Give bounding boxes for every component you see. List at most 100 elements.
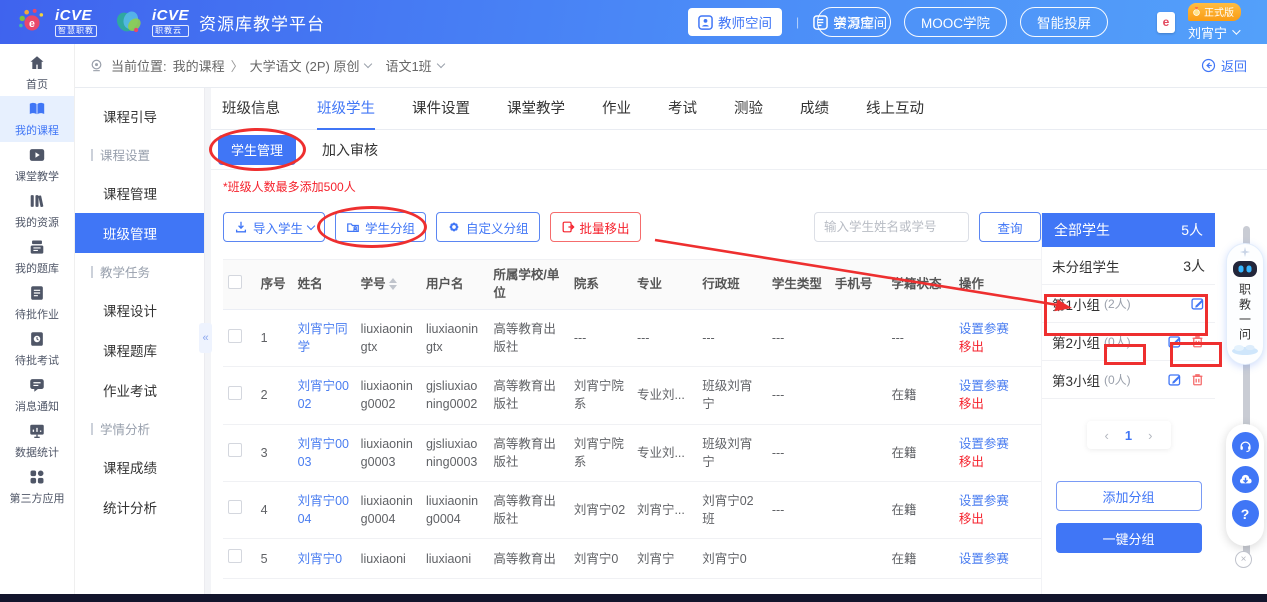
close-floating-button[interactable]: ×: [1235, 551, 1252, 568]
cell-student-name[interactable]: 刘宵宁0004: [293, 481, 356, 538]
help-button[interactable]: ?: [1232, 500, 1259, 527]
breadcrumb: 当前位置: 我的课程 〉 大学语文 (2P) 原创 语文1班 返回: [75, 44, 1267, 88]
tab-courseware-settings[interactable]: 课件设置: [412, 88, 470, 130]
set-contest-link[interactable]: 设置参赛: [959, 435, 1036, 453]
rail-item-pending-exams[interactable]: 待批考试: [0, 326, 74, 372]
rail-item-my-resources[interactable]: 我的资源: [0, 188, 74, 234]
row-checkbox[interactable]: [228, 500, 242, 514]
header-student-id[interactable]: 学号: [356, 260, 421, 310]
user-menu[interactable]: 正式版 刘宵宁: [1188, 3, 1241, 42]
cell-student-name[interactable]: 刘宵宁0003: [293, 424, 356, 481]
ungrouped-students-row[interactable]: 未分组学生 3人: [1042, 247, 1215, 285]
rail-item-home[interactable]: 首页: [0, 50, 74, 96]
download-button[interactable]: [1232, 466, 1259, 493]
cell-major: 专业刘...: [632, 367, 697, 424]
row-checkbox[interactable]: [228, 386, 242, 400]
group-row-3[interactable]: 第3小组 (0人): [1042, 361, 1215, 399]
menu-item-statistics-analysis[interactable]: 统计分析: [75, 487, 204, 527]
icve-doc-icon[interactable]: e: [1157, 12, 1175, 33]
rail-item-classroom-teaching[interactable]: 课堂教学: [0, 142, 74, 188]
cell-student-name[interactable]: 刘宵宁同学: [293, 310, 356, 367]
assistant-widget[interactable]: 职教一问: [1226, 243, 1264, 365]
cell-student-name[interactable]: 刘宵宁0002: [293, 367, 356, 424]
medal-icon: [1192, 7, 1201, 16]
mooc-button[interactable]: MOOC学院: [904, 7, 1007, 37]
edit-group-icon[interactable]: [1167, 334, 1182, 349]
cell-checkbox: [223, 310, 256, 367]
student-management-subtab[interactable]: 学生管理: [218, 135, 296, 165]
group-row-2[interactable]: 第2小组 (0人): [1042, 323, 1215, 361]
menu-item-course-guide[interactable]: 课程引导: [75, 96, 204, 136]
edit-group-icon[interactable]: [1167, 372, 1182, 387]
menu-item-course-design[interactable]: 课程设计: [75, 290, 204, 330]
add-group-button[interactable]: 添加分组: [1056, 481, 1202, 511]
teacher-space-button[interactable]: 教师空间: [688, 8, 782, 36]
menu-item-course-management[interactable]: 课程管理: [75, 173, 204, 213]
course-dropdown-icon[interactable]: [364, 60, 372, 68]
tab-quiz[interactable]: 测验: [734, 88, 763, 130]
tab-grades[interactable]: 成绩: [800, 88, 829, 130]
row-checkbox[interactable]: [228, 443, 242, 457]
prev-page-button[interactable]: ‹: [1105, 428, 1109, 443]
delete-group-icon[interactable]: [1190, 372, 1205, 387]
rail-item-pending-homework[interactable]: 待批作业: [0, 280, 74, 326]
menu-item-class-management[interactable]: 班级管理: [75, 213, 204, 253]
class-dropdown-icon[interactable]: [436, 60, 444, 68]
set-contest-link[interactable]: 设置参赛: [959, 377, 1036, 395]
sort-icon[interactable]: [389, 278, 397, 290]
rail-item-messages[interactable]: 消息通知: [0, 372, 74, 418]
tab-class-students[interactable]: 班级学生: [317, 88, 375, 130]
set-contest-link[interactable]: 设置参赛: [959, 550, 1036, 568]
student-grouping-button[interactable]: 学生分组: [335, 212, 426, 242]
all-students-header[interactable]: 全部学生 5人: [1042, 213, 1215, 247]
table-header-row: 序号 姓名 学号 用户名 所属学校/单位 院系 专业 行政班 学生类型 手机号: [223, 260, 1041, 310]
rail-item-question-bank[interactable]: 我的题库: [0, 234, 74, 280]
row-checkbox[interactable]: [228, 329, 242, 343]
customer-service-button[interactable]: [1232, 432, 1259, 459]
cell-department: 刘宵宁院系: [569, 424, 632, 481]
breadcrumb-course[interactable]: 大学语文 (2P) 原创: [250, 56, 360, 75]
students-table: 序号 姓名 学号 用户名 所属学校/单位 院系 专业 行政班 学生类型 手机号: [223, 259, 1041, 595]
join-audit-subtab[interactable]: 加入审核: [322, 140, 378, 160]
breadcrumb-class[interactable]: 语文1班: [385, 56, 431, 75]
tab-exam[interactable]: 考试: [668, 88, 697, 130]
remove-link[interactable]: 移出: [959, 338, 1036, 356]
cell-student-name[interactable]: 刘宵宁0: [293, 539, 356, 579]
remove-link[interactable]: 移出: [959, 510, 1036, 528]
rail-item-third-party-apps[interactable]: 第三方应用: [0, 464, 74, 510]
delete-group-icon[interactable]: [1190, 334, 1205, 349]
next-page-button[interactable]: ›: [1148, 428, 1152, 443]
logo-secondary-tagline: 职教云: [152, 25, 189, 37]
set-contest-link[interactable]: 设置参赛: [959, 492, 1036, 510]
query-button[interactable]: 查询: [979, 212, 1041, 242]
breadcrumb-root[interactable]: 我的课程: [173, 56, 225, 75]
rail-item-statistics[interactable]: 数据统计: [0, 418, 74, 464]
tab-classroom-teaching[interactable]: 课堂教学: [507, 88, 565, 130]
batch-remove-button[interactable]: 批量移出: [550, 212, 641, 242]
row-checkbox[interactable]: [228, 549, 242, 563]
rail-item-my-courses[interactable]: 我的课程: [0, 96, 74, 142]
edit-group-icon[interactable]: [1190, 296, 1205, 311]
back-button[interactable]: 返回: [1201, 56, 1247, 75]
custom-grouping-button[interactable]: 自定义分组: [436, 212, 540, 242]
import-students-button[interactable]: 导入学生: [223, 212, 325, 242]
tab-homework[interactable]: 作业: [602, 88, 631, 130]
auto-group-button[interactable]: 一键分组: [1056, 523, 1202, 553]
set-contest-link[interactable]: 设置参赛: [959, 320, 1036, 338]
robot-icon: [1230, 257, 1260, 281]
video-icon: [28, 146, 46, 164]
icve-swirl-logo-icon: e: [16, 6, 48, 38]
menu-item-homework-exam[interactable]: 作业考试: [75, 370, 204, 410]
student-search-input[interactable]: [814, 212, 969, 242]
smart-cast-button[interactable]: 智能投屏: [1020, 7, 1108, 37]
menu-item-course-question-bank[interactable]: 课程题库: [75, 330, 204, 370]
sidebar-collapse-handle[interactable]: «: [199, 323, 212, 353]
select-all-checkbox[interactable]: [228, 275, 242, 289]
tab-online-interaction[interactable]: 线上互动: [866, 88, 924, 130]
remove-link[interactable]: 移出: [959, 453, 1036, 471]
tab-class-info[interactable]: 班级信息: [222, 88, 280, 130]
resource-lib-button[interactable]: 资源库: [817, 7, 892, 37]
remove-link[interactable]: 移出: [959, 395, 1036, 413]
group-row-1[interactable]: 第1小组 (2人): [1042, 285, 1215, 323]
menu-item-course-grades[interactable]: 课程成绩: [75, 447, 204, 487]
